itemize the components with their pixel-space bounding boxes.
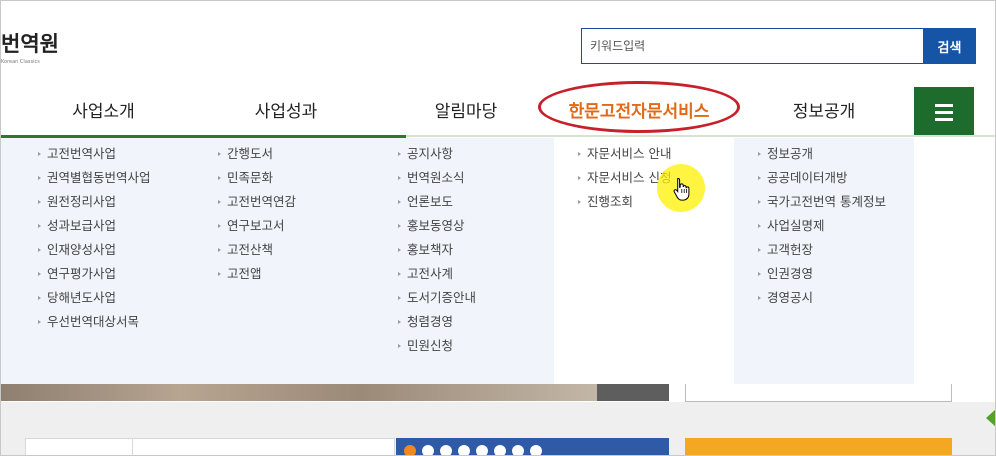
nav-item-notice-board[interactable]: 알림마당	[366, 87, 566, 137]
logo-text: 번역원	[1, 31, 59, 56]
nav-item-business-results[interactable]: 사업성과	[186, 87, 386, 137]
menu-link[interactable]: 사업실명제	[758, 216, 914, 240]
background-card	[133, 438, 395, 455]
slider-dot[interactable]	[458, 445, 470, 455]
menu-link[interactable]: 공공데이터개방	[758, 168, 914, 192]
menu-link[interactable]: 원전정리사업	[38, 192, 194, 216]
slider-dot[interactable]	[422, 445, 434, 455]
menu-link[interactable]: 홍보동영상	[398, 216, 554, 240]
search-button[interactable]: 검색	[923, 28, 976, 64]
menu-link[interactable]: 자문서비스 신청	[578, 168, 734, 192]
menu-link[interactable]: 고전번역연감	[218, 192, 374, 216]
menu-link[interactable]: 홍보책자	[398, 240, 554, 264]
menu-link[interactable]: 고객헌장	[758, 240, 914, 264]
menu-column-consulting-service: 자문서비스 안내 자문서비스 신청 진행조회	[554, 138, 734, 384]
menu-link[interactable]: 민원신청	[398, 336, 554, 360]
slider-dot[interactable]	[530, 445, 542, 455]
menu-link[interactable]: 연구평가사업	[38, 264, 194, 288]
menu-link[interactable]: 권역별협동번역사업	[38, 168, 194, 192]
menu-link[interactable]: 고전앱	[218, 264, 374, 288]
hamburger-icon-bar	[935, 118, 953, 121]
search-input[interactable]	[581, 28, 923, 64]
menu-link[interactable]: 경영공시	[758, 288, 914, 312]
menu-link[interactable]: 우선번역대상서목	[38, 312, 194, 336]
background-banner-control	[597, 384, 669, 401]
menu-button[interactable]	[914, 87, 974, 137]
menu-link[interactable]: 진행조회	[578, 192, 734, 216]
highlight-ellipse	[538, 81, 740, 133]
hamburger-icon	[935, 104, 953, 107]
background-banner	[1, 384, 597, 401]
menu-link[interactable]: 성과보급사업	[38, 216, 194, 240]
search-bar: 검색	[581, 28, 976, 64]
menu-link[interactable]: 언론보도	[398, 192, 554, 216]
scroll-arrow-icon[interactable]	[986, 409, 995, 427]
slider-dot[interactable]	[440, 445, 452, 455]
site-logo[interactable]: 번역원 Korean Classics	[1, 31, 59, 71]
menu-link[interactable]: 고전번역사업	[38, 144, 194, 168]
menu-link[interactable]: 당해년도사업	[38, 288, 194, 312]
menu-link[interactable]: 번역원소식	[398, 168, 554, 192]
nav-item-business-intro[interactable]: 사업소개	[1, 87, 206, 137]
browser-viewport: 번역원 Korean Classics 검색 사업소개 사업성과 알림마당 한문…	[0, 0, 996, 456]
hamburger-icon-bar	[935, 111, 953, 114]
menu-column-info-disclosure: 정보공개 공공데이터개방 국가고전번역 통계정보 사업실명제 고객헌장 인권경영…	[734, 138, 914, 384]
main-nav: 사업소개 사업성과 알림마당 한문고전자문서비스 정보공개	[1, 87, 995, 137]
slider-dot[interactable]	[404, 445, 416, 455]
menu-link[interactable]: 청렴경영	[398, 312, 554, 336]
menu-link[interactable]: 공지사항	[398, 144, 554, 168]
mega-menu-dropdown: 고전번역사업 권역별협동번역사업 원전정리사업 성과보급사업 인재양성사업 연구…	[1, 138, 995, 384]
hand-pointer-icon	[673, 177, 690, 201]
background-card	[25, 438, 133, 455]
menu-link[interactable]: 고전사계	[398, 264, 554, 288]
menu-link[interactable]: 인재양성사업	[38, 240, 194, 264]
menu-link[interactable]: 민족문화	[218, 168, 374, 192]
menu-link[interactable]: 정보공개	[758, 144, 914, 168]
menu-link[interactable]: 고전산책	[218, 240, 374, 264]
menu-column-business-results: 간행도서 민족문화 고전번역연감 연구보고서 고전산책 고전앱	[194, 138, 374, 384]
menu-link[interactable]: 도서기증안내	[398, 288, 554, 312]
nav-item-info-disclosure[interactable]: 정보공개	[734, 87, 914, 137]
menu-column-notice-board: 공지사항 번역원소식 언론보도 홍보동영상 홍보책자 고전사계 도서기증안내 청…	[374, 138, 554, 384]
slider-dot[interactable]	[476, 445, 488, 455]
background-banner-orange	[685, 438, 952, 455]
menu-link[interactable]: 자문서비스 안내	[578, 144, 734, 168]
menu-column-business-intro: 고전번역사업 권역별협동번역사업 원전정리사업 성과보급사업 인재양성사업 연구…	[1, 138, 194, 384]
slider-dot[interactable]	[512, 445, 524, 455]
menu-link[interactable]: 국가고전번역 통계정보	[758, 192, 914, 216]
slider-dot[interactable]	[494, 445, 506, 455]
menu-link[interactable]: 연구보고서	[218, 216, 374, 240]
nav-divider-line	[406, 135, 995, 137]
menu-link[interactable]: 간행도서	[218, 144, 374, 168]
menu-link[interactable]: 인권경영	[758, 264, 914, 288]
background-panel	[685, 384, 952, 402]
logo-subtext: Korean Classics	[1, 59, 40, 65]
